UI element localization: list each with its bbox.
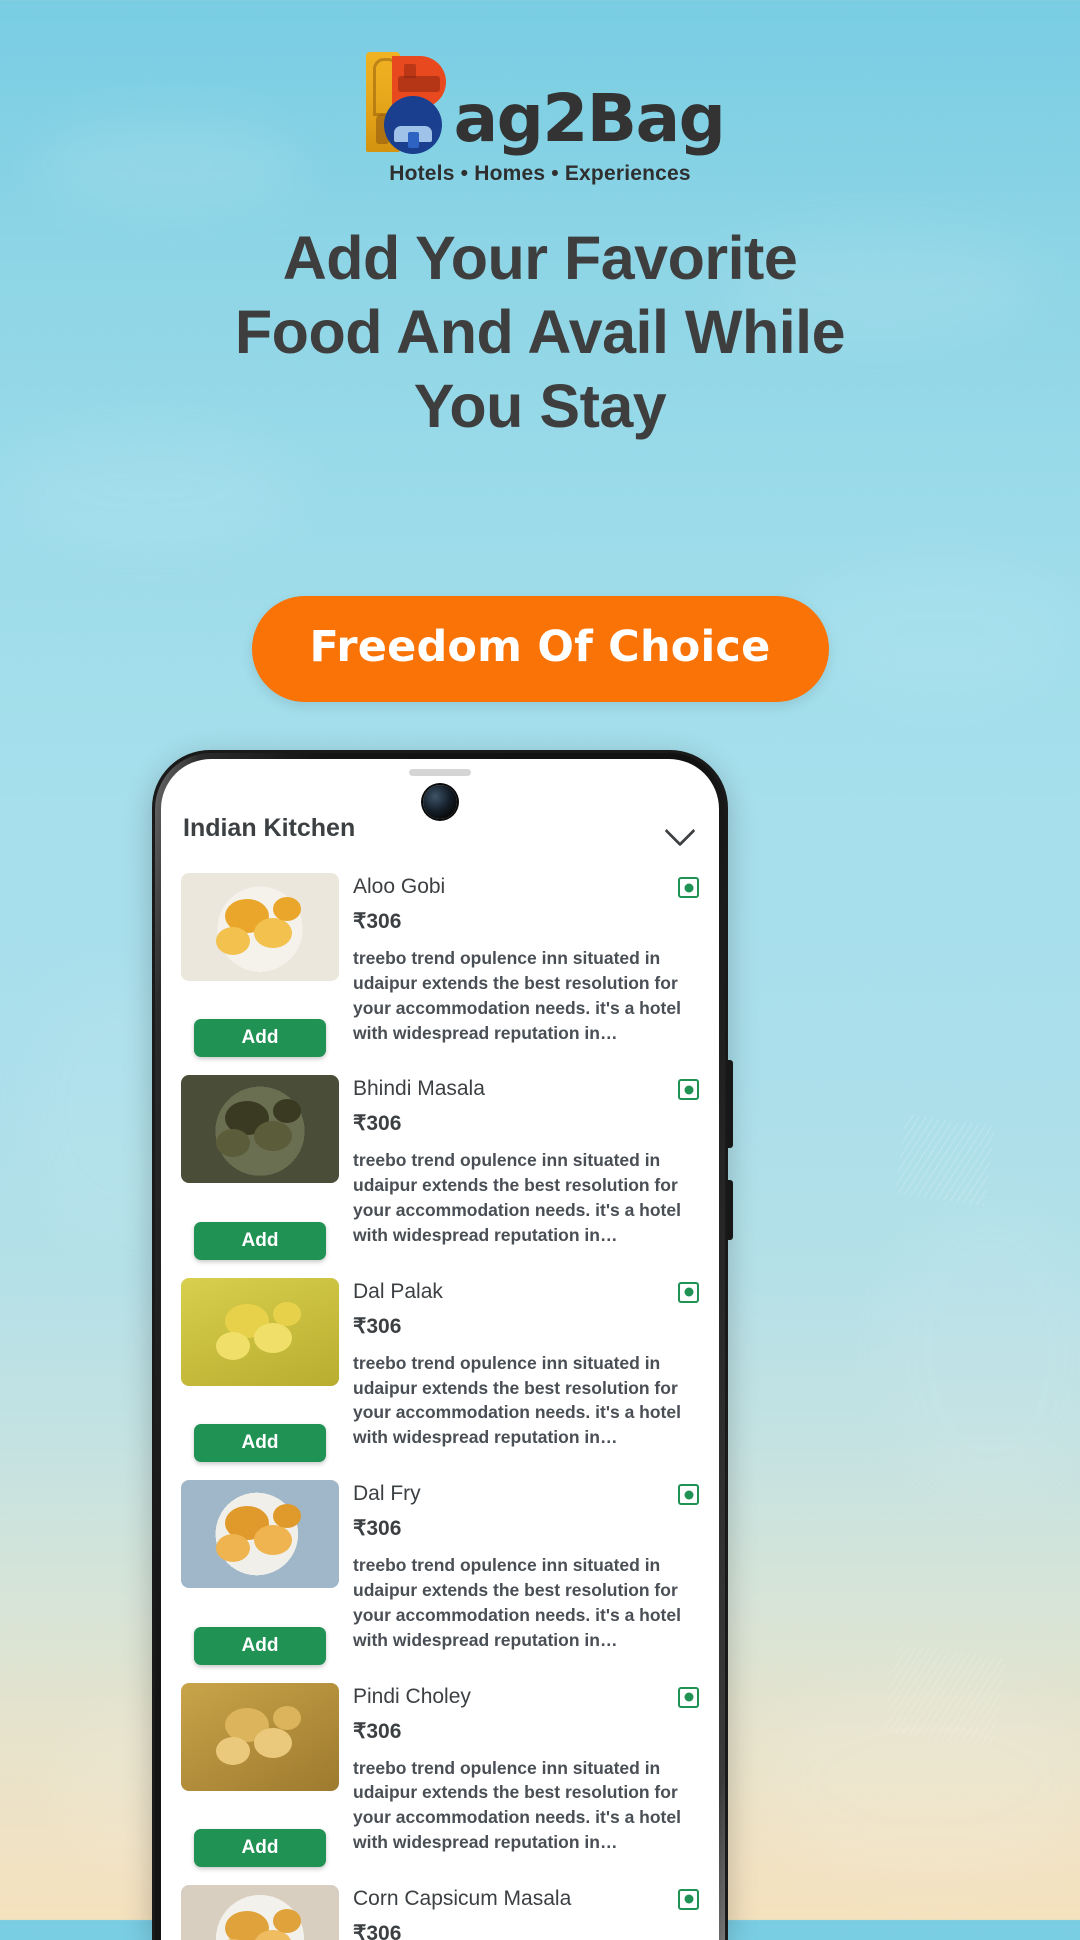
menu-item-title-row: Dal Palak xyxy=(353,1280,699,1304)
menu-item[interactable]: Add Dal Fry ₹306 treebo trend opulence inn … xyxy=(181,1466,699,1668)
dish-price: ₹306 xyxy=(353,1112,402,1136)
freedom-of-choice-button[interactable]: Freedom Of Choice xyxy=(251,596,829,702)
menu-item[interactable]: Add Bhindi Masala ₹306 treebo trend opulenc… xyxy=(181,1061,699,1263)
menu-item-info: Corn Capsicum Masala₹306treebo trend opu… xyxy=(353,1885,699,1940)
logo-tagline: Hotels • Homes • Experiences xyxy=(389,162,691,185)
menu-item-title-row: Dal Fry xyxy=(353,1482,699,1506)
earpiece-speaker-icon xyxy=(409,769,471,776)
dish-description: treebo trend opulence inn situated in ud… xyxy=(353,1555,681,1650)
cloud-wisp xyxy=(880,1200,1080,1500)
dish-description: treebo trend opulence inn situated in ud… xyxy=(353,1757,681,1853)
page-title: Add Your Favorite Food And Avail While Y… xyxy=(0,222,1080,443)
dish-name: Pindi Choley xyxy=(353,1684,471,1708)
veg-indicator-icon xyxy=(678,1888,699,1910)
headline-line-1: Add Your Favorite xyxy=(282,224,798,292)
veg-indicator-icon xyxy=(678,1484,699,1506)
menu-item[interactable]: AddCorn Capsicum Masala₹306treebo trend … xyxy=(181,1871,699,1940)
menu-item-info: Bhindi Masala ₹306 treebo trend opulence i… xyxy=(353,1075,699,1247)
menu-item[interactable]: Add Dal Palak ₹306 treebo trend opulence in… xyxy=(181,1264,699,1466)
menu-item-info: Dal Palak ₹306 treebo trend opulence inn s… xyxy=(353,1278,699,1450)
dish-photo xyxy=(181,1277,339,1386)
cloud-wisp xyxy=(0,430,300,550)
headline-line-2: Food And Avail While xyxy=(234,297,846,366)
dish-name: Dal Palak xyxy=(353,1279,443,1303)
add-to-cart-button[interactable]: Add xyxy=(194,1424,326,1463)
menu-item-media: Add xyxy=(181,1682,339,1867)
add-to-cart-button[interactable]: Add xyxy=(194,1626,326,1665)
monogram-bottom-bowl xyxy=(383,96,442,154)
veg-indicator-icon xyxy=(678,1686,699,1708)
veg-indicator-icon xyxy=(678,1079,699,1101)
phone-screen: Indian Kitchen Add Aloo Gobi ₹306 treebo tr… xyxy=(161,759,719,1940)
add-to-cart-button[interactable]: Add xyxy=(194,1828,326,1867)
front-camera-icon xyxy=(423,785,457,819)
bag2bag-b-monogram-icon xyxy=(356,52,452,154)
menu-item-title-row: Bhindi Masala xyxy=(353,1077,699,1101)
logo-row: ag2Bag xyxy=(356,52,726,157)
menu-item[interactable]: Add Pindi Choley ₹306 treebo trend opulence… xyxy=(181,1669,699,1871)
dish-name: Dal Fry xyxy=(353,1482,421,1506)
dish-photo xyxy=(181,873,339,981)
dish-description: treebo trend opulence inn situated in ud… xyxy=(353,948,681,1043)
dish-photo xyxy=(181,1075,339,1184)
dish-photo xyxy=(181,1480,339,1589)
menu-item-info: Dal Fry ₹306 treebo trend opulence inn sit… xyxy=(353,1480,699,1652)
cta-container: Freedom Of Choice xyxy=(0,596,1080,702)
veg-indicator-icon xyxy=(678,877,699,898)
cloud-wisp xyxy=(760,1680,1080,1880)
menu-item-title-row: Pindi Choley xyxy=(353,1685,699,1709)
menu-item-info: Pindi Choley ₹306 treebo trend opulence in… xyxy=(353,1683,699,1855)
dish-description: treebo trend opulence inn situated in ud… xyxy=(353,1352,681,1448)
menu-item[interactable]: Add Aloo Gobi ₹306 treebo trend opulence in… xyxy=(181,859,699,1061)
menu-item-media: Add xyxy=(181,1884,339,1940)
veg-indicator-icon xyxy=(678,1281,699,1303)
menu-item-media: Add xyxy=(181,1277,339,1463)
dish-price: ₹306 xyxy=(353,1314,402,1338)
dish-photo xyxy=(181,1682,339,1791)
logo-wordmark: ag2Bag xyxy=(453,80,726,157)
restaurant-title: Indian Kitchen xyxy=(183,813,356,842)
dish-price: ₹306 xyxy=(353,1921,402,1940)
dish-photo xyxy=(181,1884,339,1940)
brand-logo: ag2Bag Hotels • Homes • Experiences xyxy=(0,52,1080,186)
menu-item-media: Add xyxy=(181,1480,339,1665)
menu-item-media: Add xyxy=(181,1075,339,1260)
dish-name: Aloo Gobi xyxy=(353,875,446,898)
menu-item-title-row: Aloo Gobi xyxy=(353,875,699,899)
phone-volume-button[interactable] xyxy=(727,1180,733,1240)
dish-price: ₹306 xyxy=(353,1719,402,1743)
dish-description: treebo trend opulence inn situated in ud… xyxy=(353,1150,681,1245)
dish-name: Corn Capsicum Masala xyxy=(353,1886,572,1910)
add-to-cart-button[interactable]: Add xyxy=(194,1221,326,1260)
menu-item-media: Add xyxy=(181,873,339,1058)
menu-list: Add Aloo Gobi ₹306 treebo trend opulence in… xyxy=(161,859,719,1940)
dish-price: ₹306 xyxy=(353,1517,402,1541)
menu-item-title-row: Corn Capsicum Masala xyxy=(353,1887,699,1911)
menu-item-info: Aloo Gobi ₹306 treebo trend opulence inn s… xyxy=(353,873,699,1045)
headline-line-3: You Stay xyxy=(413,371,667,440)
sky-streak xyxy=(884,1642,1006,1748)
dish-name: Bhindi Masala xyxy=(353,1077,485,1101)
phone-mockup: Indian Kitchen Add Aloo Gobi ₹306 treebo tr… xyxy=(152,750,733,1940)
sky-streak xyxy=(894,1114,996,1206)
add-to-cart-button[interactable]: Add xyxy=(194,1019,326,1058)
chevron-down-icon[interactable] xyxy=(663,811,697,845)
phone-power-button[interactable] xyxy=(727,1060,733,1148)
dish-price: ₹306 xyxy=(353,910,402,933)
